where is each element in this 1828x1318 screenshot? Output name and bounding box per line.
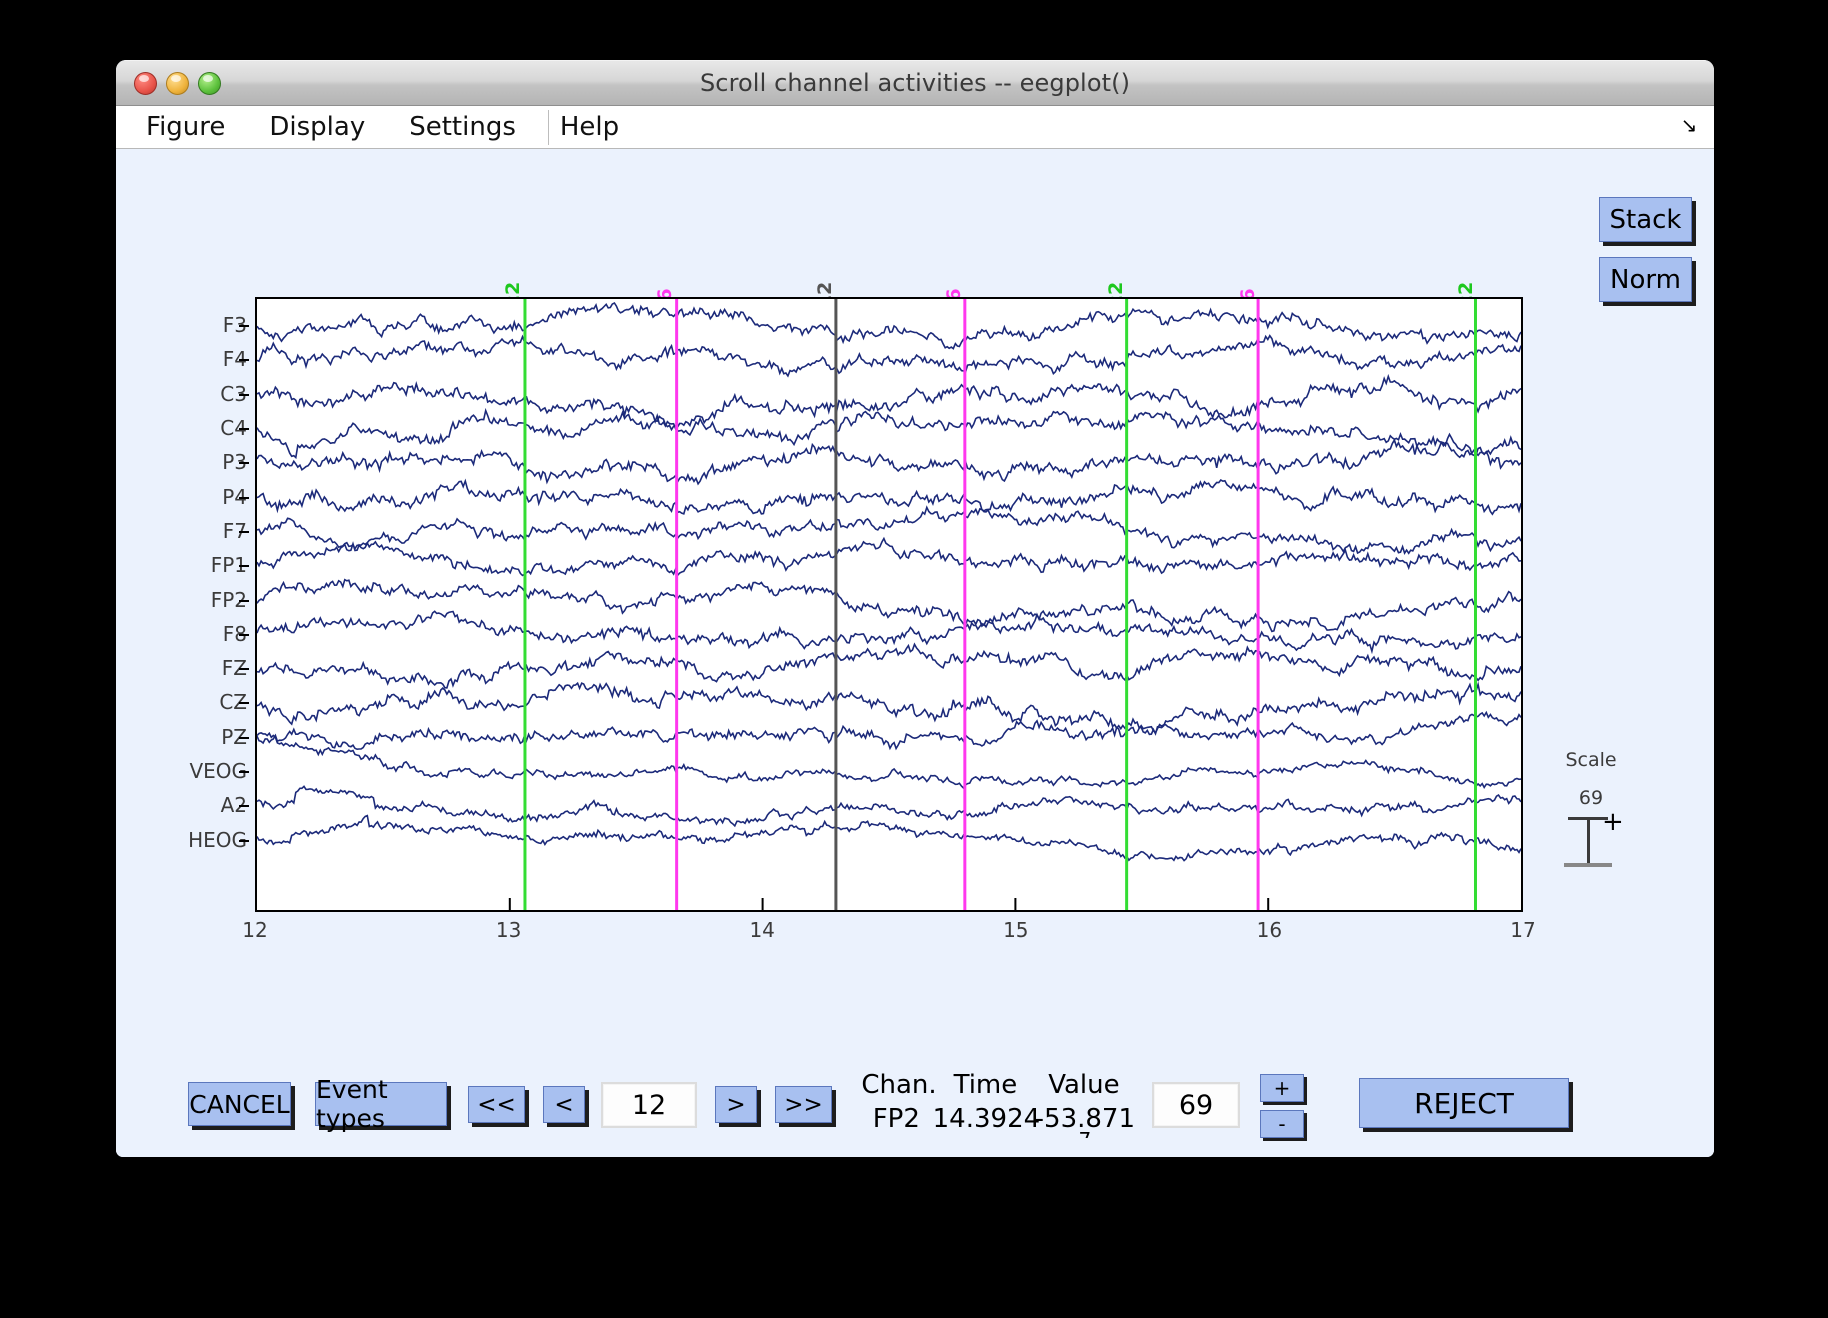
menu-item-help[interactable]: Help bbox=[538, 112, 641, 142]
menu-divider bbox=[548, 110, 549, 145]
screen: Scroll channel activities -- eegplot() F… bbox=[0, 0, 1828, 1318]
menu-item-settings[interactable]: Settings bbox=[387, 112, 538, 142]
readout-header-time: Time bbox=[953, 1070, 1018, 1100]
channel-tick bbox=[239, 599, 249, 602]
channel-tick bbox=[239, 359, 249, 362]
plot-canvas[interactable] bbox=[255, 297, 1523, 912]
prev-page-button[interactable]: < bbox=[543, 1086, 585, 1123]
channel-tick bbox=[239, 325, 249, 328]
readout-time: 14.3924 bbox=[932, 1104, 1041, 1134]
readout-value: -53.8717 bbox=[1035, 1104, 1135, 1138]
scale-label: Scale bbox=[1565, 749, 1617, 771]
bottom-toolbar: CANCEL Event types << < 12 > >> Chan. Ti… bbox=[116, 1056, 1714, 1157]
last-page-button[interactable]: >> bbox=[775, 1086, 832, 1123]
channel-tick bbox=[239, 702, 249, 705]
cancel-button[interactable]: CANCEL bbox=[188, 1082, 291, 1126]
reject-button[interactable]: REJECT bbox=[1359, 1078, 1569, 1128]
title-bar: Scroll channel activities -- eegplot() bbox=[116, 60, 1714, 106]
stack-button[interactable]: Stack bbox=[1599, 197, 1692, 242]
norm-button[interactable]: Norm bbox=[1599, 257, 1692, 302]
readout-value-overflow: 7 bbox=[1078, 1130, 1091, 1138]
scale-increase-button[interactable]: + bbox=[1260, 1074, 1304, 1102]
menu-bar: Figure Display Settings Help ↘ bbox=[116, 106, 1714, 149]
channel-tick bbox=[239, 668, 249, 671]
channel-tick bbox=[239, 805, 249, 808]
eeg-traces-svg bbox=[257, 299, 1521, 910]
readout-header-chan: Chan. bbox=[861, 1070, 937, 1100]
resize-arrow-icon[interactable]: ↘ bbox=[1678, 115, 1700, 137]
event-label-row: 22 6 12 6 22 6 22 bbox=[255, 253, 1523, 308]
channel-label-axis: F3 F4 C3 C4 P3 P4 F7 FP1 FP2 F8 FZ CZ PZ VEOG A2 HEOG bbox=[135, 297, 249, 912]
menu-item-figure[interactable]: Figure bbox=[124, 112, 247, 142]
window-title: Scroll channel activities -- eegplot() bbox=[699, 69, 1131, 97]
figure-area: Stack Norm 22 6 12 6 22 6 22 F3 F4 C3 C4 P3 P4 F7 FP1… bbox=[116, 149, 1714, 1157]
channel-tick bbox=[239, 530, 249, 533]
x-tick-label: 15 bbox=[1003, 918, 1029, 942]
channel-tick bbox=[239, 428, 249, 431]
x-tick-label: 12 bbox=[242, 918, 268, 942]
channel-tick bbox=[239, 633, 249, 636]
eegplot-window: Scroll channel activities -- eegplot() F… bbox=[116, 60, 1714, 1157]
next-page-button[interactable]: > bbox=[715, 1086, 757, 1123]
channel-tick bbox=[239, 736, 249, 739]
eeg-plot[interactable]: 22 6 12 6 22 6 22 F3 F4 C3 C4 P3 P4 F7 FP1 FP2 F8 FZ CZ PZ… bbox=[188, 282, 1536, 942]
first-page-button[interactable]: << bbox=[468, 1086, 525, 1123]
cursor-readout: Chan. Time Value FP2 14.3924 -53.8717 bbox=[860, 1070, 1135, 1138]
page-input[interactable]: 12 bbox=[601, 1082, 697, 1128]
time-axis: 12 13 14 15 16 17 bbox=[242, 912, 1535, 952]
readout-header-value: Value bbox=[1048, 1070, 1120, 1100]
channel-tick bbox=[239, 393, 249, 396]
channel-tick bbox=[239, 565, 249, 568]
x-tick-label: 14 bbox=[749, 918, 775, 942]
event-types-button[interactable]: Event types bbox=[315, 1075, 447, 1133]
scale-value: 69 bbox=[1578, 787, 1604, 809]
menu-item-display[interactable]: Display bbox=[247, 112, 387, 142]
readout-chan: FP2 bbox=[872, 1104, 920, 1134]
x-tick-label: 17 bbox=[1510, 918, 1536, 942]
scale-input[interactable]: 69 bbox=[1152, 1082, 1240, 1128]
channel-tick bbox=[239, 770, 249, 773]
scale-indicator: Scale 69 + bbox=[1546, 749, 1636, 867]
scale-bar-icon: + bbox=[1546, 807, 1636, 867]
x-tick-label: 16 bbox=[1256, 918, 1283, 942]
channel-tick bbox=[239, 462, 249, 465]
scale-decrease-button[interactable]: - bbox=[1260, 1110, 1304, 1138]
x-tick-label: 13 bbox=[495, 918, 522, 942]
channel-tick bbox=[239, 839, 249, 842]
channel-tick bbox=[239, 496, 249, 499]
